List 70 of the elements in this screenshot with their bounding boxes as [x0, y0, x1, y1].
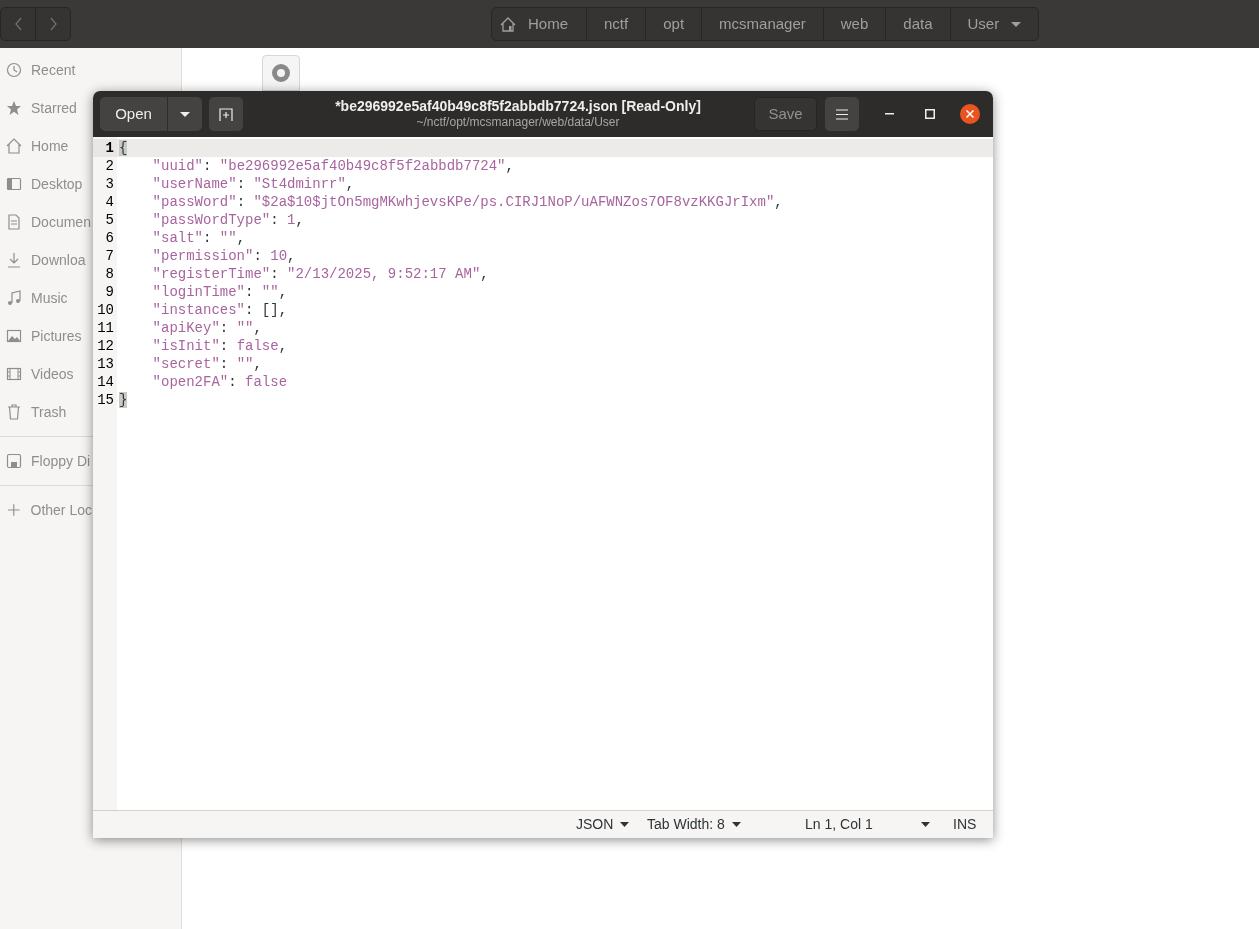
language-selector[interactable]: JSON	[576, 814, 630, 835]
sidebar-item[interactable]: Videos	[0, 355, 92, 393]
path-segment[interactable]: mcsmanager	[702, 8, 824, 40]
path-segment[interactable]: Home	[492, 8, 587, 40]
window-subtitle: ~/nctf/opt/mcsmanager/web/data/User	[416, 115, 620, 129]
sidebar-item[interactable]: Documen	[0, 203, 92, 241]
clock-icon	[6, 62, 22, 78]
sidebar-item[interactable]: Starred	[0, 89, 92, 127]
path-segment[interactable]: opt	[646, 8, 703, 40]
code-line: "loginTime": "",	[151, 283, 288, 301]
sidebar-item[interactable]: Recent	[0, 51, 92, 89]
code-line: "apiKey": "",	[151, 319, 262, 337]
sidebar-item[interactable]: Music	[0, 279, 92, 317]
caret-down-icon	[921, 822, 930, 827]
insert-mode-indicator: INS	[953, 815, 977, 834]
sidebar-item[interactable]: Home	[0, 127, 92, 165]
menu-icon	[836, 108, 848, 120]
sidebar-item[interactable]: Floppy Di	[0, 442, 92, 480]
code-line: "isInit": false,	[151, 337, 288, 355]
minimize-icon	[884, 113, 894, 115]
code-line: "registerTime": "2/13/2025, 9:52:17 AM",	[151, 265, 489, 283]
sidebar-item[interactable]: Other Loc	[0, 491, 92, 529]
path-segment[interactable]: nctf	[587, 8, 647, 40]
desktop-icon	[6, 176, 22, 192]
tab-width-selector[interactable]: Tab Width: 8	[647, 814, 741, 835]
new-document-icon	[219, 107, 233, 121]
code-line: "uuid": "be296992e5af40b49c8f5f2abbdb7724",	[151, 157, 514, 175]
trash-icon	[6, 404, 22, 420]
code-line: "userName": "St4dminrr",	[151, 175, 355, 193]
sidebar-item[interactable]: Pictures	[0, 317, 92, 355]
document-icon	[6, 214, 22, 230]
json-file-icon[interactable]	[262, 55, 300, 91]
picture-icon	[6, 328, 22, 344]
line-number: 1	[93, 139, 117, 157]
cursor-position[interactable]: Ln 1, Col 1	[805, 814, 930, 835]
chevron-right-icon	[49, 17, 57, 31]
caret-down-icon	[180, 111, 190, 117]
sidebar-item[interactable]: Desktop	[0, 165, 92, 203]
film-icon	[6, 366, 22, 382]
open-button[interactable]: Open	[100, 97, 168, 131]
code-line: "salt": "",	[151, 229, 246, 247]
code-line: "permission": 10,	[151, 247, 296, 265]
path-segment[interactable]: web	[823, 8, 887, 40]
close-button[interactable]	[960, 104, 980, 124]
sidebar-item[interactable]: Trash	[0, 393, 92, 431]
new-tab-button[interactable]	[209, 97, 243, 131]
close-icon	[966, 110, 974, 118]
code-line: "passWordType": 1,	[151, 211, 304, 229]
save-button[interactable]: Save	[754, 97, 817, 131]
caret-down-icon	[731, 822, 741, 827]
chevron-left-icon	[14, 17, 22, 31]
path-segment[interactable]: User	[950, 8, 1039, 40]
download-icon	[6, 252, 22, 268]
star-icon	[6, 100, 22, 116]
code-line: "open2FA": false	[151, 373, 288, 391]
path-segment[interactable]: data	[886, 8, 951, 40]
caret-down-icon	[620, 822, 630, 827]
code-line: "secret": "",	[151, 355, 262, 373]
home-icon	[500, 16, 516, 32]
plus-icon	[6, 502, 22, 518]
caret-down-icon	[1011, 21, 1022, 27]
menu-button[interactable]	[825, 97, 859, 131]
code-line: "passWord": "$2a$10$jtOn5mgMKwhjevsKPe/ps.CIRJ1NoP/uAFWNZos7OF8vzKKGJrIxm",	[151, 193, 783, 211]
home-icon	[6, 138, 22, 154]
music-note-icon	[6, 290, 22, 306]
sidebar-item[interactable]: Downloa	[0, 241, 92, 279]
window-title: *be296992e5af40b49c8f5f2abbdb7724.json [Read-Only]	[335, 98, 701, 115]
code-line: "instances": [],	[151, 301, 288, 319]
open-menu-button[interactable]	[168, 97, 202, 131]
maximize-icon	[925, 109, 935, 119]
